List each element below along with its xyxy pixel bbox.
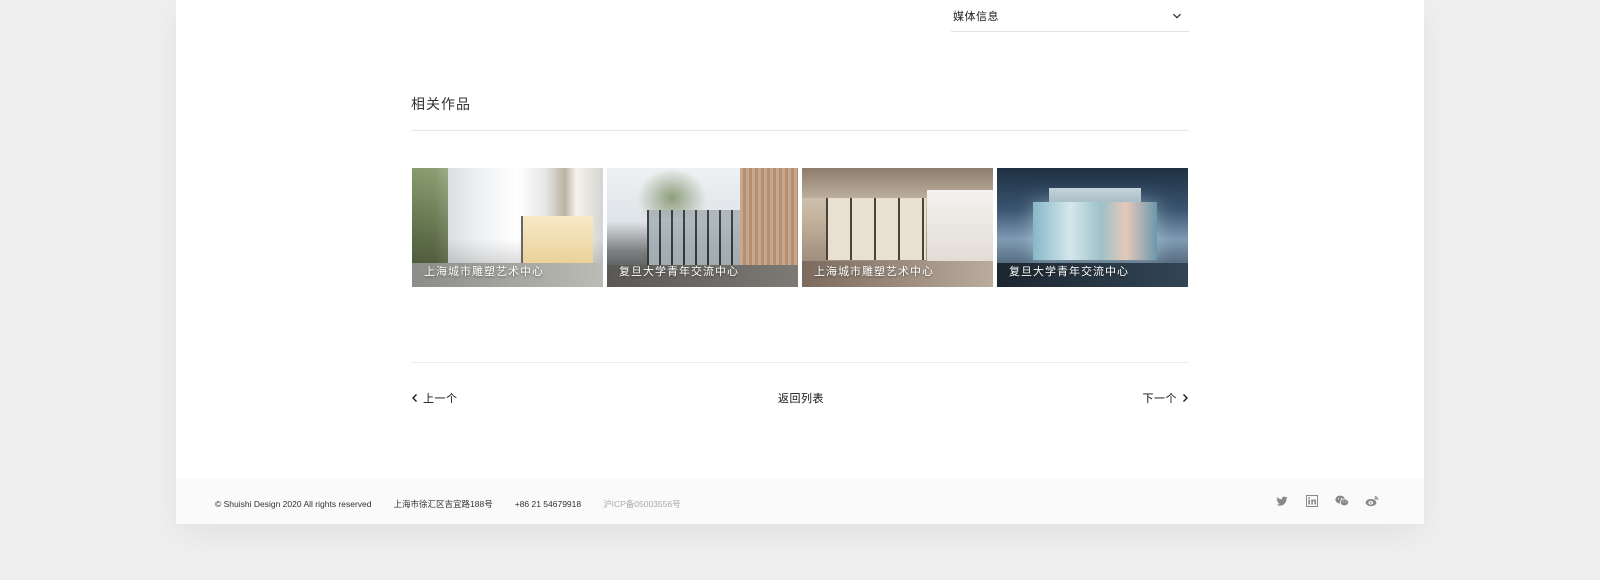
page-card: 媒体信息 相关作品 上海城市雕塑艺术中心 复旦大学青年交流中心 上海城市雕塑艺术…: [176, 0, 1424, 524]
social-links: [1274, 493, 1380, 509]
related-work-card[interactable]: 上海城市雕塑艺术中心: [802, 168, 993, 287]
prev-link[interactable]: 上一个: [411, 390, 458, 406]
card-caption: 复旦大学青年交流中心: [1009, 266, 1129, 278]
chevron-down-icon: [1171, 10, 1183, 22]
wechat-icon[interactable]: [1334, 493, 1350, 509]
related-work-card[interactable]: 上海城市雕塑艺术中心: [412, 168, 603, 287]
phone-text: +86 21 54679918: [514, 499, 582, 509]
next-link[interactable]: 下一个: [1143, 390, 1190, 406]
copyright-text: © Shuishi Design 2020 All rights reserve…: [215, 499, 372, 509]
card-caption: 复旦大学青年交流中心: [619, 266, 739, 278]
related-works-grid: 上海城市雕塑艺术中心 复旦大学青年交流中心 上海城市雕塑艺术中心 复旦大学青年交…: [412, 168, 1189, 287]
chevron-right-icon: [1181, 393, 1189, 403]
related-works-title: 相关作品: [411, 96, 471, 112]
pager-divider: [411, 362, 1189, 363]
related-work-card[interactable]: 复旦大学青年交流中心: [997, 168, 1188, 287]
weibo-icon[interactable]: [1364, 493, 1380, 509]
icp-link[interactable]: 沪ICP备05003556号: [603, 498, 681, 510]
chevron-left-icon: [411, 393, 419, 403]
related-work-card[interactable]: 复旦大学青年交流中心: [607, 168, 798, 287]
prev-label: 上一个: [423, 393, 458, 405]
footer-info: © Shuishi Design 2020 All rights reserve…: [215, 498, 681, 510]
accordion-label: 媒体信息: [953, 10, 999, 23]
card-caption: 上海城市雕塑艺术中心: [424, 266, 544, 278]
media-info-accordion[interactable]: 媒体信息: [951, 0, 1189, 32]
card-caption: 上海城市雕塑艺术中心: [814, 266, 934, 278]
address-text: 上海市徐汇区吉宜路188号: [393, 499, 493, 509]
footer: © Shuishi Design 2020 All rights reserve…: [176, 479, 1424, 524]
twitter-icon[interactable]: [1274, 493, 1290, 509]
section-divider: [411, 130, 1189, 131]
pager: 上一个 返回列表 下一个: [411, 388, 1189, 408]
back-to-list-link[interactable]: 返回列表: [778, 390, 824, 406]
linkedin-icon[interactable]: [1304, 493, 1320, 509]
back-label: 返回列表: [778, 393, 824, 405]
next-label: 下一个: [1142, 393, 1177, 405]
